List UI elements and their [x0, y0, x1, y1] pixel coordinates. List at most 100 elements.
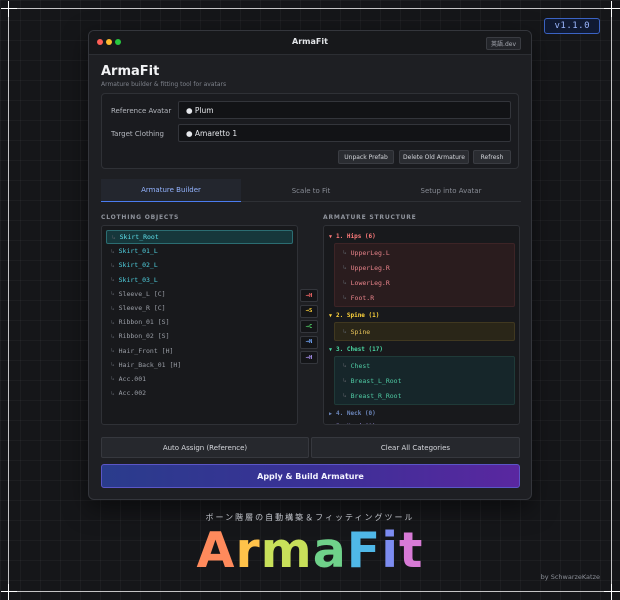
- tree-group-label: 2. Spine (1): [336, 312, 380, 319]
- assign-category-button[interactable]: →H: [300, 289, 318, 302]
- collapsed-triangle-icon: ▶: [329, 424, 332, 425]
- reference-avatar-label: Reference Avatar: [111, 107, 172, 115]
- tree-bone-item[interactable]: ↳ UpperLeg.L: [335, 245, 514, 260]
- expanded-triangle-icon: ▼: [329, 233, 333, 240]
- tree-bone-label: UpperLeg.L: [350, 248, 390, 257]
- armafit-logo: ArmaFit: [0, 522, 620, 579]
- list-item[interactable]: ↳ Ribbon_01 [S]: [106, 315, 293, 329]
- assign-category-button[interactable]: →N: [300, 335, 318, 349]
- indent-arrow-icon: ↳: [111, 261, 115, 269]
- list-item-label: Skirt_02_L: [118, 261, 158, 270]
- language-button[interactable]: 英語.dev: [486, 37, 521, 50]
- assign-buttons-column: →H →S →C →N →H: [300, 289, 320, 367]
- logo-letter: F: [346, 522, 382, 579]
- corner-crosshair-icon: [1, 584, 17, 600]
- list-item-label: Sleeve_L [C]: [118, 289, 166, 298]
- collapsed-triangle-icon: ▶: [329, 410, 333, 417]
- refresh-button[interactable]: Refresh: [473, 150, 511, 164]
- assign-category-button[interactable]: →C: [300, 320, 318, 333]
- tree-bone-label: LowerLeg.R: [350, 278, 390, 287]
- tree-group-header[interactable]: ▶ 5. Head (0): [328, 420, 515, 425]
- corner-crosshair-icon: [604, 1, 620, 17]
- indent-arrow-icon: ↳: [343, 377, 347, 384]
- list-item-label: Skirt_01_L: [118, 247, 158, 256]
- logo-letter: r: [235, 522, 261, 579]
- indent-arrow-icon: ↳: [343, 279, 347, 286]
- tab-armature-builder[interactable]: Armature Builder: [101, 179, 241, 202]
- tree-group-header[interactable]: ▶ 4. Neck (0): [328, 407, 515, 420]
- tab-setup-into-avatar[interactable]: Setup into Avatar: [381, 179, 521, 202]
- tab-scale-to-fit[interactable]: Scale to Fit: [241, 179, 381, 202]
- logo-letter: i: [381, 522, 400, 579]
- list-item-label: Acc.001: [118, 374, 147, 383]
- tree-bone-item[interactable]: ↳ UpperLeg.R: [335, 260, 514, 275]
- version-badge: v1.1.0: [544, 18, 600, 34]
- indent-arrow-icon: ↳: [111, 361, 115, 369]
- tree-bone-item[interactable]: ↳ Foot.R: [335, 290, 514, 305]
- logo-letter: a: [312, 522, 347, 579]
- assign-category-button[interactable]: →S: [300, 304, 318, 318]
- list-item[interactable]: ↳ Sleeve_L [C]: [106, 287, 293, 301]
- list-item[interactable]: ↳ Hair_Back_01 [H]: [106, 358, 293, 372]
- indent-arrow-icon: ↳: [112, 233, 116, 241]
- list-item-label: Skirt_03_L: [118, 275, 158, 284]
- avatar-settings-panel: Reference Avatar ● Plum Target Clothing …: [101, 93, 519, 169]
- indent-arrow-icon: ↳: [343, 294, 347, 301]
- assign-category-button[interactable]: →H: [300, 351, 318, 364]
- tree-group-bones: ↳ Spine: [334, 322, 515, 341]
- tree-bone-label: Breast_R_Root: [350, 391, 402, 400]
- auto-assign-button[interactable]: Auto Assign (Reference): [101, 437, 309, 458]
- corner-crosshair-icon: [1, 1, 17, 17]
- indent-arrow-icon: ↳: [111, 247, 115, 255]
- list-item[interactable]: ↳ Skirt_03_L: [106, 273, 293, 287]
- delete-old-armature-button[interactable]: Delete Old Armature: [399, 150, 469, 164]
- tree-bone-label: Chest: [350, 361, 371, 370]
- tree-bone-label: Spine: [350, 327, 371, 336]
- tree-bone-item[interactable]: ↳ Breast_R_Root: [335, 388, 514, 403]
- tree-bone-item[interactable]: ↳ LowerLeg.R: [335, 275, 514, 290]
- window-titlebar: ArmaFit 英語.dev: [89, 31, 531, 55]
- indent-arrow-icon: ↳: [111, 276, 115, 284]
- list-item[interactable]: ↳ Sleeve_R [C]: [106, 301, 293, 315]
- tree-bone-item[interactable]: ↳ Breast_L_Root: [335, 373, 514, 388]
- list-item[interactable]: ↳ Skirt_01_L: [106, 244, 293, 258]
- author-credit: by SchwarzeKatze: [540, 573, 600, 581]
- tree-group-header[interactable]: ▼ 1. Hips (6): [328, 230, 515, 243]
- corner-crosshair-icon: [604, 584, 620, 600]
- tree-group-header[interactable]: ▼ 2. Spine (1): [328, 309, 515, 322]
- clear-all-categories-button[interactable]: Clear All Categories: [311, 437, 520, 458]
- indent-arrow-icon: ↳: [343, 264, 347, 271]
- tree-group-bones: ↳ UpperLeg.L ↳ UpperLeg.R ↳ LowerLeg.R ↳ Foot.R: [334, 243, 515, 307]
- indent-arrow-icon: ↳: [111, 318, 115, 326]
- list-item[interactable]: ↳ Acc.002: [106, 386, 293, 400]
- list-item[interactable]: ↳ Acc.001: [106, 372, 293, 386]
- unpack-prefab-button[interactable]: Unpack Prefab: [338, 150, 394, 164]
- list-item[interactable]: ↳ Hair_Front [H]: [106, 344, 293, 358]
- frame-left-line: [8, 8, 9, 592]
- list-item[interactable]: ↳ Skirt_02_L: [106, 258, 293, 272]
- indent-arrow-icon: ↳: [111, 389, 115, 397]
- tree-bone-item[interactable]: ↳ Chest: [335, 358, 514, 373]
- tree-group-header[interactable]: ▼ 3. Chest (17): [328, 343, 515, 356]
- list-item-label: Acc.002: [118, 389, 147, 398]
- tree-group-label: 4. Neck (0): [336, 410, 376, 417]
- indent-arrow-icon: ↳: [111, 290, 115, 298]
- tree-bone-item[interactable]: ↳ Spine: [335, 324, 514, 339]
- apply-build-armature-button[interactable]: Apply & Build Armature: [101, 464, 520, 488]
- clothing-objects-heading: CLOTHING OBJECTS: [101, 214, 180, 221]
- logo-letter: m: [260, 522, 313, 579]
- page-title: ArmaFit: [101, 64, 160, 79]
- target-clothing-label: Target Clothing: [111, 130, 165, 138]
- app-window: ArmaFit 英語.dev ArmaFit Armature builder …: [88, 30, 532, 500]
- reference-avatar-field[interactable]: ● Plum: [178, 101, 511, 119]
- list-item[interactable]: ↳ Ribbon_02 [S]: [106, 329, 293, 343]
- list-item-label: Hair_Back_01 [H]: [118, 360, 182, 369]
- tree-group-bones: ↳ Chest ↳ Breast_L_Root ↳ Breast_R_Root: [334, 356, 515, 405]
- target-clothing-field[interactable]: ● Amaretto 1: [178, 124, 511, 142]
- tree-group-label: 5. Head (0): [336, 423, 376, 424]
- frame-bottom-line: [8, 591, 612, 592]
- tree-bone-label: Breast_L_Root: [350, 376, 402, 385]
- list-item[interactable]: ↳ Skirt_Root: [106, 230, 293, 245]
- indent-arrow-icon: ↳: [111, 304, 115, 312]
- indent-arrow-icon: ↳: [343, 362, 347, 369]
